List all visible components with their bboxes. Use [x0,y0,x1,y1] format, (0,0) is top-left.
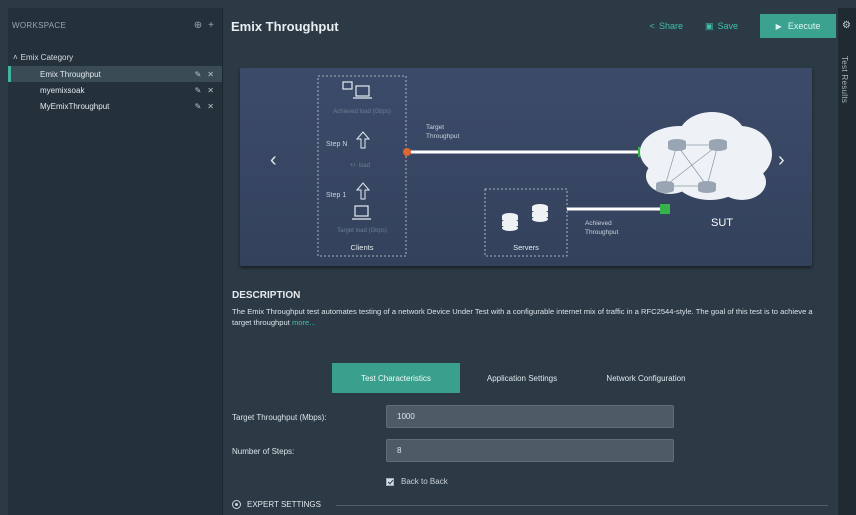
execute-label: Execute [787,21,821,31]
sut-label: SUT [711,217,733,229]
close-icon[interactable]: ✕ [207,102,214,111]
sidebar-item-label: Emix Throughput [40,69,101,79]
back-to-back-label: Back to Back [401,477,448,486]
back-to-back-option[interactable]: Back to Back [386,477,448,486]
previous-arrow-icon[interactable]: ‹ [270,149,277,171]
tab-application-settings[interactable]: Application Settings [460,363,584,393]
save-icon: ▣ [704,20,714,31]
step-1-label: Step 1 [326,192,346,199]
tab-test-characteristics[interactable]: Test Characteristics [332,363,460,393]
clients-label: Clients [351,243,374,252]
page-header: Emix Throughput < Share ▣ Save ▶ Execute [223,8,838,44]
add-icon[interactable]: + [208,20,214,31]
achieved-throughput-label-1: Achieved [585,220,612,227]
target-throughput-label-2: Throughput [426,133,459,140]
gear-icon[interactable]: ⚙ [842,20,851,31]
share-icon: < [649,21,655,31]
expert-settings-toggle[interactable]: EXPERT SETTINGS [232,500,321,509]
target-throughput-input[interactable]: 1000 [386,405,674,428]
import-icon[interactable]: ⊕ [194,20,202,31]
sidebar-category-label: Emix Category [20,52,74,62]
sut-port-icon [660,204,670,214]
sidebar-header: WORKSPACE ⊕ + [8,8,222,42]
chevron-up-icon: ˄ [13,52,18,62]
number-of-steps-label: Number of Steps: [232,447,295,456]
radio-icon [232,500,241,509]
share-button[interactable]: < Share [650,21,683,31]
close-icon[interactable]: ✕ [207,86,214,95]
expert-settings-label: EXPERT SETTINGS [247,500,321,509]
test-results-label: Test Results [840,56,849,104]
play-icon: ▶ [775,21,782,31]
sidebar-item-emix-throughput[interactable]: Emix Throughput ✎ ✕ [8,66,222,82]
topology-svg: ‹ › Achieved load (Gbps) Step N +/- load… [270,75,785,257]
sidebar-item-label: MyEmixThroughput [40,101,110,111]
settings-tabs: Test Characteristics Application Setting… [332,363,708,393]
server-icon [502,204,548,231]
laptop-icon [342,81,372,99]
servers-label: Servers [513,243,539,252]
laptop-icon [352,205,371,220]
target-marker-icon [403,148,411,156]
achieved-throughput-label-2: Throughput [585,229,618,236]
test-results-panel-toggle[interactable]: ⚙ Test Results [838,8,856,515]
number-of-steps-input[interactable]: 8 [386,439,674,462]
divider [336,505,828,506]
edit-icon[interactable]: ✎ [195,86,202,95]
load-delta-label: +/- load [350,163,370,169]
edit-icon[interactable]: ✎ [195,70,202,79]
edit-icon[interactable]: ✎ [195,102,202,111]
description-text: The Emix Throughput test automates testi… [232,306,822,328]
save-button[interactable]: ▣ Save [705,21,738,32]
page-title: Emix Throughput [231,18,339,34]
target-load-label: Target load (Gbps) [337,228,387,234]
more-link[interactable]: more... [292,318,316,327]
tab-network-configuration[interactable]: Network Configuration [584,363,708,393]
sidebar-item-myemixsoak[interactable]: myemixsoak ✎ ✕ [8,82,222,98]
execute-button[interactable]: ▶ Execute [760,14,836,38]
workspace-sidebar: WORKSPACE ⊕ + ˄ Emix Category Emix Throu… [8,8,223,515]
close-icon[interactable]: ✕ [207,70,214,79]
sidebar-title: WORKSPACE [12,20,67,30]
target-throughput-label: Target Throughput (Mbps): [232,413,327,422]
description-body: The Emix Throughput test automates testi… [232,307,813,327]
achieved-load-label: Achieved load (Gbps) [333,109,391,115]
sidebar-item-label: myemixsoak [40,85,85,95]
description-title: DESCRIPTION [232,290,301,301]
sidebar-category[interactable]: ˄ Emix Category [8,48,222,66]
arrow-up-icon [355,131,371,149]
arrow-up-icon [355,182,371,200]
next-arrow-icon[interactable]: › [778,149,785,171]
target-throughput-label-1: Target [426,124,444,131]
back-to-back-checkbox[interactable] [386,477,394,486]
share-label: Share [658,21,683,31]
test-topology-diagram: ‹ › Achieved load (Gbps) Step N +/- load… [240,68,812,266]
save-label: Save [717,21,738,31]
sidebar-item-myemixthroughput[interactable]: MyEmixThroughput ✎ ✕ [8,98,222,114]
step-n-label: Step N [326,141,347,148]
